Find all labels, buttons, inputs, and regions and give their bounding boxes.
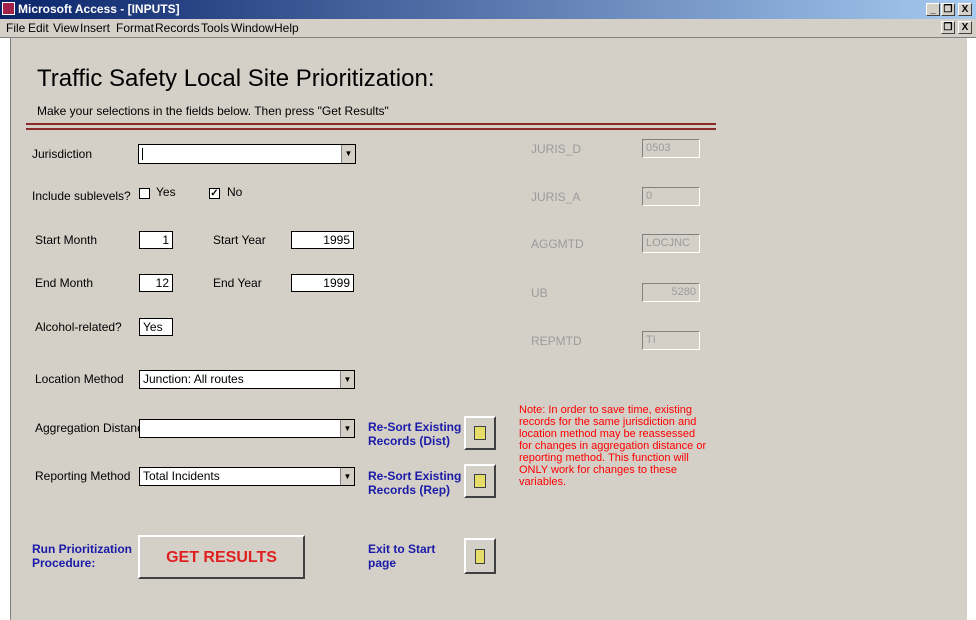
aggregation-distance-combo[interactable]: ▼ — [139, 419, 355, 438]
menu-bar: File Edit View Insert Format Records Too… — [0, 19, 976, 38]
reporting-method-combo[interactable]: Total Incidents ▼ — [139, 467, 355, 486]
exit-button[interactable] — [464, 538, 496, 574]
menu-format[interactable]: Format — [116, 21, 154, 35]
end-month-input[interactable]: 12 — [139, 274, 173, 292]
chevron-down-icon[interactable]: ▼ — [341, 145, 355, 163]
get-results-label: GET RESULTS — [166, 549, 277, 566]
minimize-button[interactable]: _ — [926, 3, 940, 16]
scroll-icon — [474, 474, 486, 488]
divider-rule — [26, 128, 716, 130]
juris-a-label: JURIS_A — [531, 190, 581, 204]
aggmtd-label: AGGMTD — [531, 237, 584, 251]
inputs-form: Traffic Safety Local Site Prioritization… — [10, 38, 967, 620]
doc-close-button[interactable]: X — [958, 21, 972, 34]
divider-rule — [26, 123, 716, 125]
aggmtd-field[interactable]: LOCJNC — [642, 234, 700, 253]
scroll-icon — [474, 426, 486, 440]
alcohol-label: Alcohol-related? — [35, 320, 122, 334]
doc-restore-button[interactable]: ❐ — [941, 21, 955, 34]
jurisdiction-label: Jurisdiction — [32, 147, 93, 161]
sublevels-no-checkbox[interactable]: ✓ — [209, 188, 220, 199]
menu-file[interactable]: File — [6, 21, 25, 35]
menu-view[interactable]: View — [53, 21, 79, 35]
exit-label: Exit to Start page — [368, 542, 436, 570]
chevron-down-icon[interactable]: ▼ — [340, 420, 354, 437]
chevron-down-icon[interactable]: ▼ — [340, 468, 354, 485]
form-subtitle: Make your selections in the fields below… — [37, 104, 389, 118]
sublevels-yes-label: Yes — [156, 185, 176, 199]
window-title: Microsoft Access - [INPUTS] — [18, 2, 180, 16]
juris-d-label: JURIS_D — [531, 142, 582, 156]
exit-door-icon — [475, 549, 485, 564]
start-month-input[interactable]: 1 — [139, 231, 173, 249]
repmtd-field[interactable]: TI — [642, 331, 700, 350]
run-prioritization-label: Run Prioritization Procedure: — [32, 542, 132, 570]
juris-d-field[interactable]: 0503 — [642, 139, 700, 158]
ub-field[interactable]: 5280 — [642, 283, 700, 302]
end-year-label: End Year — [213, 276, 262, 290]
resort-dist-button[interactable] — [464, 416, 496, 450]
form-title: Traffic Safety Local Site Prioritization… — [37, 65, 435, 92]
menu-edit[interactable]: Edit — [28, 21, 49, 35]
alcohol-input[interactable]: Yes — [139, 318, 173, 336]
reporting-method-value: Total Incidents — [143, 469, 220, 483]
text-cursor — [142, 148, 143, 160]
title-bar: Microsoft Access - [INPUTS] _ ❐ X — [0, 0, 976, 19]
get-results-button[interactable]: GET RESULTS — [138, 535, 305, 579]
sublevels-no-label: No — [227, 185, 243, 199]
juris-a-field[interactable]: 0 — [642, 187, 700, 206]
start-month-label: Start Month — [35, 233, 98, 247]
menu-tools[interactable]: Tools — [201, 21, 229, 35]
location-method-combo[interactable]: Junction: All routes ▼ — [139, 370, 355, 389]
resort-rep-label: Re-Sort Existing Records (Rep) — [368, 469, 462, 497]
location-method-value: Junction: All routes — [143, 372, 244, 386]
sublevels-label: Include sublevels? — [32, 189, 131, 203]
menu-insert[interactable]: Insert — [80, 21, 110, 35]
aggregation-distance-label: Aggregation Distance — [35, 421, 150, 435]
close-button[interactable]: X — [958, 3, 972, 16]
start-year-input[interactable]: 1995 — [291, 231, 354, 249]
menu-records[interactable]: Records — [155, 21, 200, 35]
menu-window[interactable]: Window — [231, 21, 274, 35]
resort-rep-button[interactable] — [464, 464, 496, 498]
reporting-method-label: Reporting Method — [35, 469, 131, 483]
end-year-input[interactable]: 1999 — [291, 274, 354, 292]
ub-label: UB — [531, 286, 548, 300]
repmtd-label: REPMTD — [531, 334, 582, 348]
resort-dist-label: Re-Sort Existing Records (Dist) — [368, 420, 462, 448]
chevron-down-icon[interactable]: ▼ — [340, 371, 354, 388]
note-text: Note: In order to save time, existing re… — [519, 404, 707, 488]
menu-help[interactable]: Help — [274, 21, 299, 35]
access-app-icon[interactable] — [2, 2, 15, 15]
jurisdiction-combo[interactable]: ▼ — [138, 144, 356, 164]
restore-button[interactable]: ❐ — [941, 3, 955, 16]
start-year-label: Start Year — [213, 233, 266, 247]
sublevels-yes-checkbox[interactable] — [139, 188, 150, 199]
end-month-label: End Month — [35, 276, 94, 290]
location-method-label: Location Method — [35, 372, 124, 386]
